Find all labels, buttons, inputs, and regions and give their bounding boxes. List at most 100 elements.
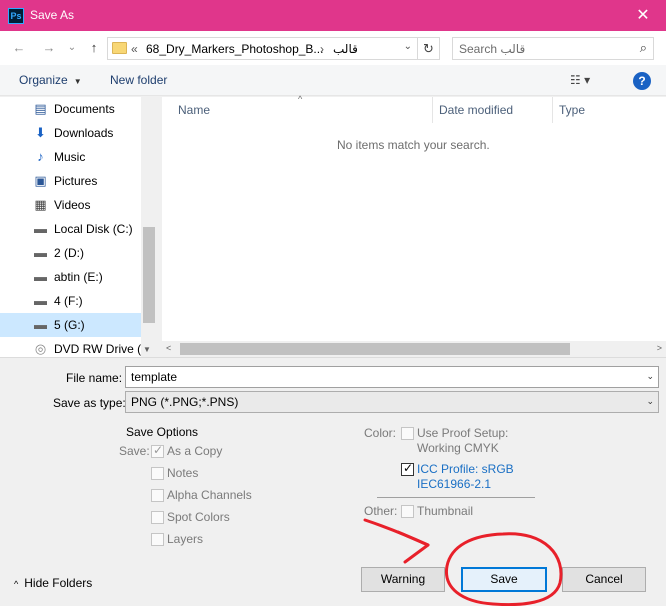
warning-button[interactable]: Warning <box>361 567 445 592</box>
search-input[interactable]: Search قالب ⌕ <box>452 37 654 60</box>
new-folder-button[interactable]: New folder <box>110 73 167 87</box>
view-options-icon[interactable]: ☷ ▾ <box>570 73 590 87</box>
save-button[interactable]: Save <box>461 567 547 592</box>
address-bar[interactable]: « 68_Dry_Markers_Photoshop_B... › قالب ⌄… <box>107 37 440 60</box>
spot-colors-checkbox[interactable] <box>151 511 164 524</box>
column-separator[interactable] <box>432 97 433 123</box>
address-dropdown-icon[interactable]: ⌄ <box>404 41 412 52</box>
sidebar-item[interactable]: ▬ Local Disk (C:) <box>0 217 141 241</box>
up-arrow-icon[interactable]: ↑ <box>85 39 103 57</box>
drive-icon: ▬ <box>34 317 47 332</box>
scroll-left-icon[interactable]: < <box>166 343 171 353</box>
layers-label: Layers <box>167 532 204 546</box>
savetype-select[interactable]: PNG (*.PNG;*.PNS) ⌄ <box>125 391 659 413</box>
scrollbar-thumb[interactable] <box>143 227 155 323</box>
window-title: Save As <box>30 8 75 22</box>
help-icon[interactable]: ? <box>633 72 651 90</box>
chevron-down-icon[interactable]: ⌄ <box>646 396 654 407</box>
hide-folders-label: Hide Folders <box>24 576 93 590</box>
command-toolbar: Organize ▼ New folder ☷ ▾ ? <box>0 65 666 96</box>
drive-icon: ▬ <box>34 293 47 308</box>
layers-checkbox[interactable] <box>151 533 164 546</box>
other-label: Other: <box>364 504 398 518</box>
filename-field[interactable]: template ⌄ <box>125 366 659 388</box>
back-arrow-icon[interactable]: ← <box>10 39 28 57</box>
chevron-up-icon: ^ <box>14 579 19 589</box>
spot-colors-label: Spot Colors <box>167 510 230 524</box>
horizontal-scrollbar[interactable]: < > <box>162 341 666 357</box>
filename-label: File name: <box>66 371 123 385</box>
sidebar-item-label: Videos <box>54 198 91 212</box>
sidebar-scrollbar[interactable]: ▼ <box>141 97 157 357</box>
drive-icon: ▬ <box>34 245 47 260</box>
savetype-label: Save as type: <box>53 396 126 410</box>
alpha-channels-checkbox[interactable] <box>151 489 164 502</box>
scrollbar-thumb[interactable] <box>180 343 570 355</box>
hide-folders-button[interactable]: ^ Hide Folders <box>14 576 92 590</box>
photoshop-icon: Ps <box>8 8 24 24</box>
sidebar-item[interactable]: ⬇ Downloads <box>0 121 141 145</box>
chevron-down-icon: ▼ <box>73 77 82 86</box>
refresh-icon[interactable]: ↻ <box>417 38 439 59</box>
breadcrumb-folder[interactable]: 68_Dry_Markers_Photoshop_B... <box>146 42 323 56</box>
sort-indicator-icon: ^ <box>298 94 303 104</box>
alpha-channels-label: Alpha Channels <box>167 488 252 502</box>
column-header-name[interactable]: Name <box>178 97 210 123</box>
sidebar-item-label: abtin (E:) <box>54 270 103 284</box>
drive-icon: ▬ <box>34 269 47 284</box>
annotation-arrow-head <box>396 530 430 564</box>
save-options-title: Save Options <box>126 425 199 439</box>
thumbnail-checkbox[interactable] <box>401 505 414 518</box>
column-separator[interactable] <box>552 97 553 123</box>
cancel-button[interactable]: Cancel <box>562 567 646 592</box>
sidebar-item-label: Documents <box>54 102 115 116</box>
sidebar-item[interactable]: ♪ Music <box>0 145 141 169</box>
sidebar-item-label: Pictures <box>54 174 98 188</box>
sidebar-item[interactable]: ▬ 4 (F:) <box>0 289 141 313</box>
use-proof-setup-checkbox[interactable] <box>401 427 414 440</box>
organize-button[interactable]: Organize ▼ <box>19 73 82 87</box>
folder-icon <box>112 42 127 54</box>
as-copy-checkbox[interactable] <box>151 443 164 458</box>
sidebar-item[interactable]: ▣ Pictures <box>0 169 141 193</box>
as-copy-label: As a Copy <box>167 444 223 458</box>
notes-checkbox[interactable] <box>151 467 164 480</box>
scroll-right-icon[interactable]: > <box>657 343 662 353</box>
savetype-value: PNG (*.PNG;*.PNS) <box>131 395 239 409</box>
download-icon: ⬇ <box>35 125 46 140</box>
breadcrumb-current[interactable]: قالب <box>333 42 358 56</box>
pictures-icon: ▣ <box>34 173 47 188</box>
sidebar-item[interactable]: ▬ 2 (D:) <box>0 241 141 265</box>
filename-value: template <box>131 370 178 384</box>
title-bar: Ps Save As ✕ <box>0 0 666 31</box>
sidebar-item[interactable]: ▬ abtin (E:) <box>0 265 141 289</box>
document-icon: ▤ <box>34 101 47 116</box>
color-label: Color: <box>364 426 397 440</box>
pane-divider <box>0 357 666 358</box>
file-list[interactable]: ^ Name Date modified Type No items match… <box>162 94 666 357</box>
icc-profile-checkbox[interactable] <box>401 461 414 476</box>
sidebar-item[interactable]: ◎ DVD RW Drive (J <box>0 337 147 357</box>
recent-locations-dropdown[interactable]: ⌄ <box>63 39 81 57</box>
sidebar-item[interactable]: ▬ 5 (G:) <box>0 313 141 337</box>
breadcrumb-separator[interactable]: › <box>320 42 324 56</box>
sidebar-item-label: 5 (G:) <box>54 318 85 332</box>
chevron-down-icon[interactable]: ⌄ <box>646 371 654 382</box>
column-header-date-modified[interactable]: Date modified <box>439 97 513 123</box>
scroll-down-icon[interactable]: ▼ <box>143 345 151 354</box>
sidebar-item[interactable]: ▤ Documents <box>0 97 141 121</box>
use-proof-setup-label: Use Proof Setup: <box>417 426 509 440</box>
icc-profile-name: IEC61966-2.1 <box>417 477 492 491</box>
working-cmyk-label: Working CMYK <box>417 441 499 455</box>
sidebar-item-label: DVD RW Drive (J <box>54 342 148 356</box>
navigation-pane[interactable]: ▤ Documents ⬇ Downloads ♪ Music ▣ Pictures ▦ Vide… <box>0 97 157 357</box>
breadcrumb-overflow[interactable]: « <box>131 42 138 56</box>
column-header-type[interactable]: Type <box>559 97 585 123</box>
forward-arrow-icon[interactable]: → <box>40 39 58 57</box>
sidebar-item[interactable]: ▦ Videos <box>0 193 141 217</box>
search-placeholder: Search قالب <box>459 42 526 56</box>
close-button[interactable]: ✕ <box>620 0 666 31</box>
sidebar-item-label: Local Disk (C:) <box>54 222 133 236</box>
save-label: Save: <box>119 444 150 458</box>
organize-label: Organize <box>19 73 68 87</box>
